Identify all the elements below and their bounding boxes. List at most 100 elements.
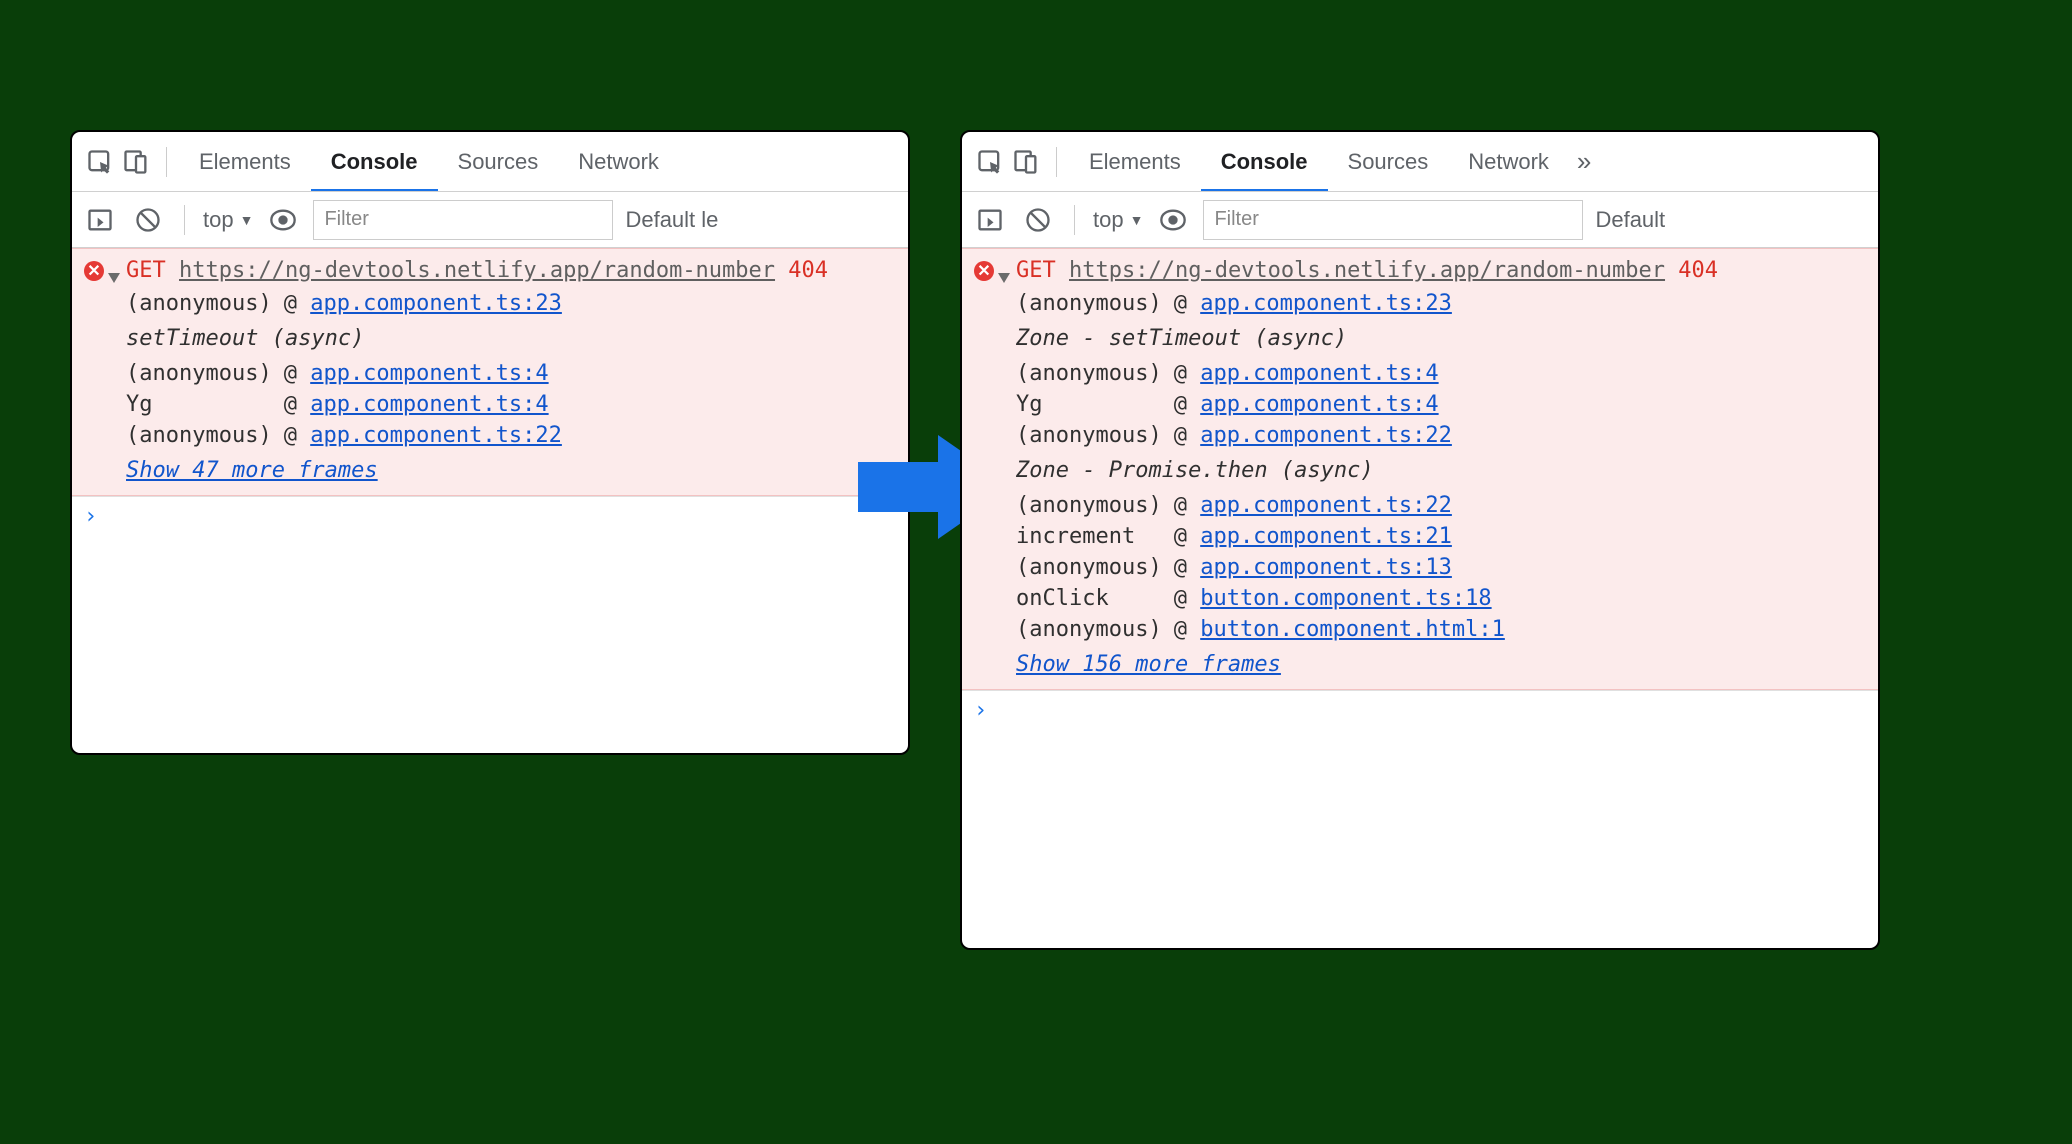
tab-elements[interactable]: Elements [1069,132,1201,192]
clear-console-icon[interactable] [130,202,166,238]
stack-frame-location: @ button.component.ts:18 [1174,586,1505,611]
stack-frame-location: @ app.component.ts:4 [1174,392,1505,417]
stack-frame-location: @ app.component.ts:21 [1174,524,1505,549]
stack-trace: (anonymous) @ app.component.ts:23 setTimeo… [126,291,896,448]
separator [184,205,185,235]
error-message: ✕ GET https://ng-devtools.netlify.app/ra… [962,248,1878,690]
console-sidebar-toggle-icon[interactable] [972,202,1008,238]
expand-caret-icon[interactable] [998,273,1010,283]
device-toolbar-icon[interactable] [118,144,154,180]
error-header: GET https://ng-devtools.netlify.app/rand… [1016,257,1866,285]
source-link[interactable]: app.component.ts:22 [1200,423,1452,448]
stack-frame-function: Yg [126,392,272,417]
prompt-chevron-icon: › [974,698,987,723]
expand-caret-icon[interactable] [108,273,120,283]
tab-sources[interactable]: Sources [1328,132,1449,192]
source-link[interactable]: app.component.ts:4 [310,361,548,386]
http-method: GET [126,258,166,283]
source-link[interactable]: app.component.ts:23 [1200,291,1452,316]
http-status: 404 [788,258,828,283]
console-toolbar: top ▼ Default le [72,192,908,248]
source-link[interactable]: app.component.ts:22 [310,423,562,448]
source-link[interactable]: app.component.ts:23 [310,291,562,316]
stack-frame-location: @ app.component.ts:4 [1174,361,1505,386]
stack-frame-function: (anonymous) [126,361,272,386]
stack-frame-location: @ app.component.ts:13 [1174,555,1505,580]
devtools-panel-after: Elements Console Sources Network » top ▼… [960,130,1880,950]
stack-trace: (anonymous) @ app.component.ts:23 Zone - s… [1016,291,1866,642]
console-output: ✕ GET https://ng-devtools.netlify.app/ra… [72,248,908,753]
stack-frame-function: Yg [1016,392,1162,417]
stack-frame-function: (anonymous) [126,291,272,316]
request-url[interactable]: https://ng-devtools.netlify.app/random-n… [179,258,775,283]
source-link[interactable]: button.component.html:1 [1200,617,1505,642]
stack-frame-function: (anonymous) [126,423,272,448]
stack-frame-location: @ app.component.ts:22 [1174,493,1505,518]
tab-elements[interactable]: Elements [179,132,311,192]
tab-sources[interactable]: Sources [438,132,559,192]
devtools-panel-before: Elements Console Sources Network top ▼ D… [70,130,910,755]
dropdown-caret-icon: ▼ [1130,212,1144,228]
console-prompt[interactable]: › [72,496,908,536]
stack-frame-function: (anonymous) [1016,423,1162,448]
source-link[interactable]: app.component.ts:4 [1200,392,1438,417]
error-icon: ✕ [84,261,104,281]
tab-bar: Elements Console Sources Network [72,132,908,192]
stack-frame-function: (anonymous) [1016,361,1162,386]
stack-frame-function: onClick [1016,586,1162,611]
filter-input[interactable] [313,200,613,240]
error-message: ✕ GET https://ng-devtools.netlify.app/ra… [72,248,908,496]
error-header: GET https://ng-devtools.netlify.app/rand… [126,257,896,285]
console-sidebar-toggle-icon[interactable] [82,202,118,238]
context-selector[interactable]: top ▼ [1093,207,1143,233]
prompt-chevron-icon: › [84,504,97,529]
http-method: GET [1016,258,1056,283]
stack-frame-function: increment [1016,524,1162,549]
tab-console[interactable]: Console [311,132,438,192]
request-url[interactable]: https://ng-devtools.netlify.app/random-n… [1069,258,1665,283]
stack-frame-location: @ app.component.ts:22 [1174,423,1505,448]
source-link[interactable]: button.component.ts:18 [1200,586,1491,611]
stack-frame-location: @ app.component.ts:23 [1174,291,1505,316]
tab-network[interactable]: Network [1448,132,1569,192]
stack-frame-function: (anonymous) [1016,617,1162,642]
tab-console[interactable]: Console [1201,132,1328,192]
stack-frame-location: @ button.component.html:1 [1174,617,1505,642]
source-link[interactable]: app.component.ts:4 [310,392,548,417]
source-link[interactable]: app.component.ts:21 [1200,524,1452,549]
log-levels-selector[interactable]: Default le [625,207,718,233]
live-expression-icon[interactable] [1155,202,1191,238]
context-selector[interactable]: top ▼ [203,207,253,233]
separator [1056,147,1057,177]
stack-frame-function: (anonymous) [1016,291,1162,316]
stack-frame-location: @ app.component.ts:4 [284,392,562,417]
tab-bar: Elements Console Sources Network » [962,132,1878,192]
stack-section-label: Zone - Promise.then (async) [1016,454,1505,487]
separator [166,147,167,177]
separator [1074,205,1075,235]
filter-input[interactable] [1203,200,1583,240]
more-tabs-button[interactable]: » [1569,146,1599,177]
show-more-frames-link[interactable]: Show 47 more frames [126,458,378,483]
source-link[interactable]: app.component.ts:13 [1200,555,1452,580]
context-label: top [203,207,234,233]
source-link[interactable]: app.component.ts:22 [1200,493,1452,518]
device-toolbar-icon[interactable] [1008,144,1044,180]
source-link[interactable]: app.component.ts:4 [1200,361,1438,386]
log-levels-selector[interactable]: Default [1595,207,1665,233]
stack-frame-location: @ app.component.ts:23 [284,291,562,316]
tab-network[interactable]: Network [558,132,679,192]
stack-frame-function: (anonymous) [1016,555,1162,580]
error-icon: ✕ [974,261,994,281]
stack-frame-location: @ app.component.ts:22 [284,423,562,448]
dropdown-caret-icon: ▼ [240,212,254,228]
show-more-frames-link[interactable]: Show 156 more frames [1016,652,1281,677]
stack-section-label: Zone - setTimeout (async) [1016,322,1505,355]
stack-frame-function: (anonymous) [1016,493,1162,518]
clear-console-icon[interactable] [1020,202,1056,238]
stack-section-label: setTimeout (async) [126,322,562,355]
inspect-element-icon[interactable] [82,144,118,180]
inspect-element-icon[interactable] [972,144,1008,180]
console-prompt[interactable]: › [962,690,1878,730]
live-expression-icon[interactable] [265,202,301,238]
